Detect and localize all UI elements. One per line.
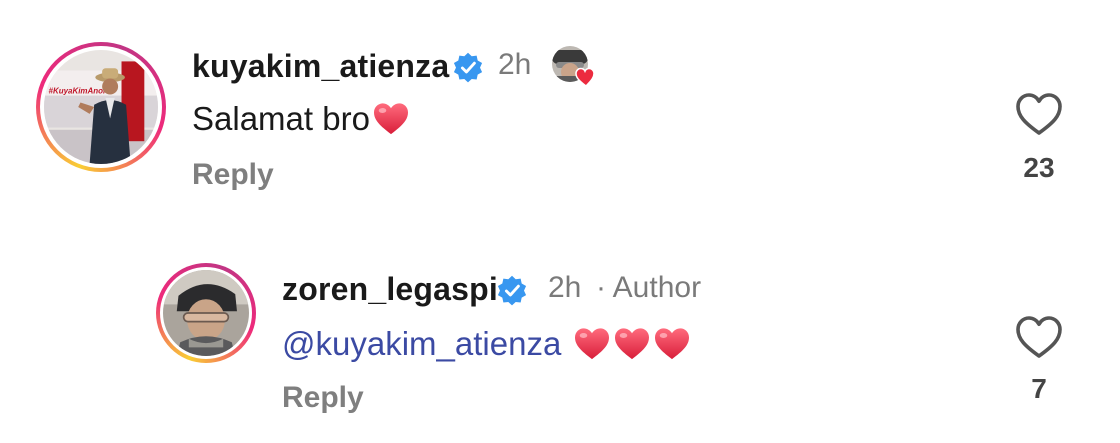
avatar-frame (160, 267, 252, 359)
comment-text-content: Salamat bro (192, 100, 370, 137)
reply-button[interactable]: Reply (282, 381, 364, 415)
comment-timestamp: 2h (498, 48, 532, 81)
like-count: 23 (1023, 152, 1055, 183)
avatar-story-ring[interactable]: #KuyaKimAnoNa (36, 42, 166, 172)
like-button[interactable] (1015, 92, 1063, 136)
author-tag: · Author (596, 271, 702, 304)
heart-outline-icon (1016, 316, 1062, 358)
red-heart-emoji (653, 327, 691, 361)
reply-button[interactable]: Reply (192, 158, 274, 192)
red-heart-emoji (613, 327, 651, 361)
avatar-story-ring[interactable] (156, 263, 256, 363)
verified-badge-icon (452, 52, 484, 84)
avatar[interactable] (163, 270, 249, 356)
comment-text: @kuyakim_atienza (282, 325, 691, 363)
avatar[interactable]: #KuyaKimAnoNa (44, 50, 158, 164)
like-count: 7 (1031, 373, 1047, 404)
red-heart-emoji (573, 327, 611, 361)
comment-timestamp: 2h (548, 271, 582, 304)
heart-outline-icon (1016, 93, 1062, 135)
mention-link[interactable]: @kuyakim_atienza (282, 325, 561, 363)
verified-badge-icon (496, 275, 528, 307)
comment-item: #KuyaKimAnoNa kuyakim_atienza 2h Salamat… (0, 0, 1120, 225)
reply-item: zoren_legaspi 2h · Author @kuyakim_atien… (0, 225, 1120, 443)
like-button[interactable] (1015, 315, 1063, 359)
comment-username[interactable]: zoren_legaspi (282, 271, 498, 308)
comment-text: Salamat bro (192, 100, 410, 138)
liked-by-author-indicator (548, 42, 600, 90)
red-heart-emoji (372, 102, 410, 136)
comment-username[interactable]: kuyakim_atienza (192, 48, 449, 85)
avatar-frame: #KuyaKimAnoNa (40, 46, 162, 168)
